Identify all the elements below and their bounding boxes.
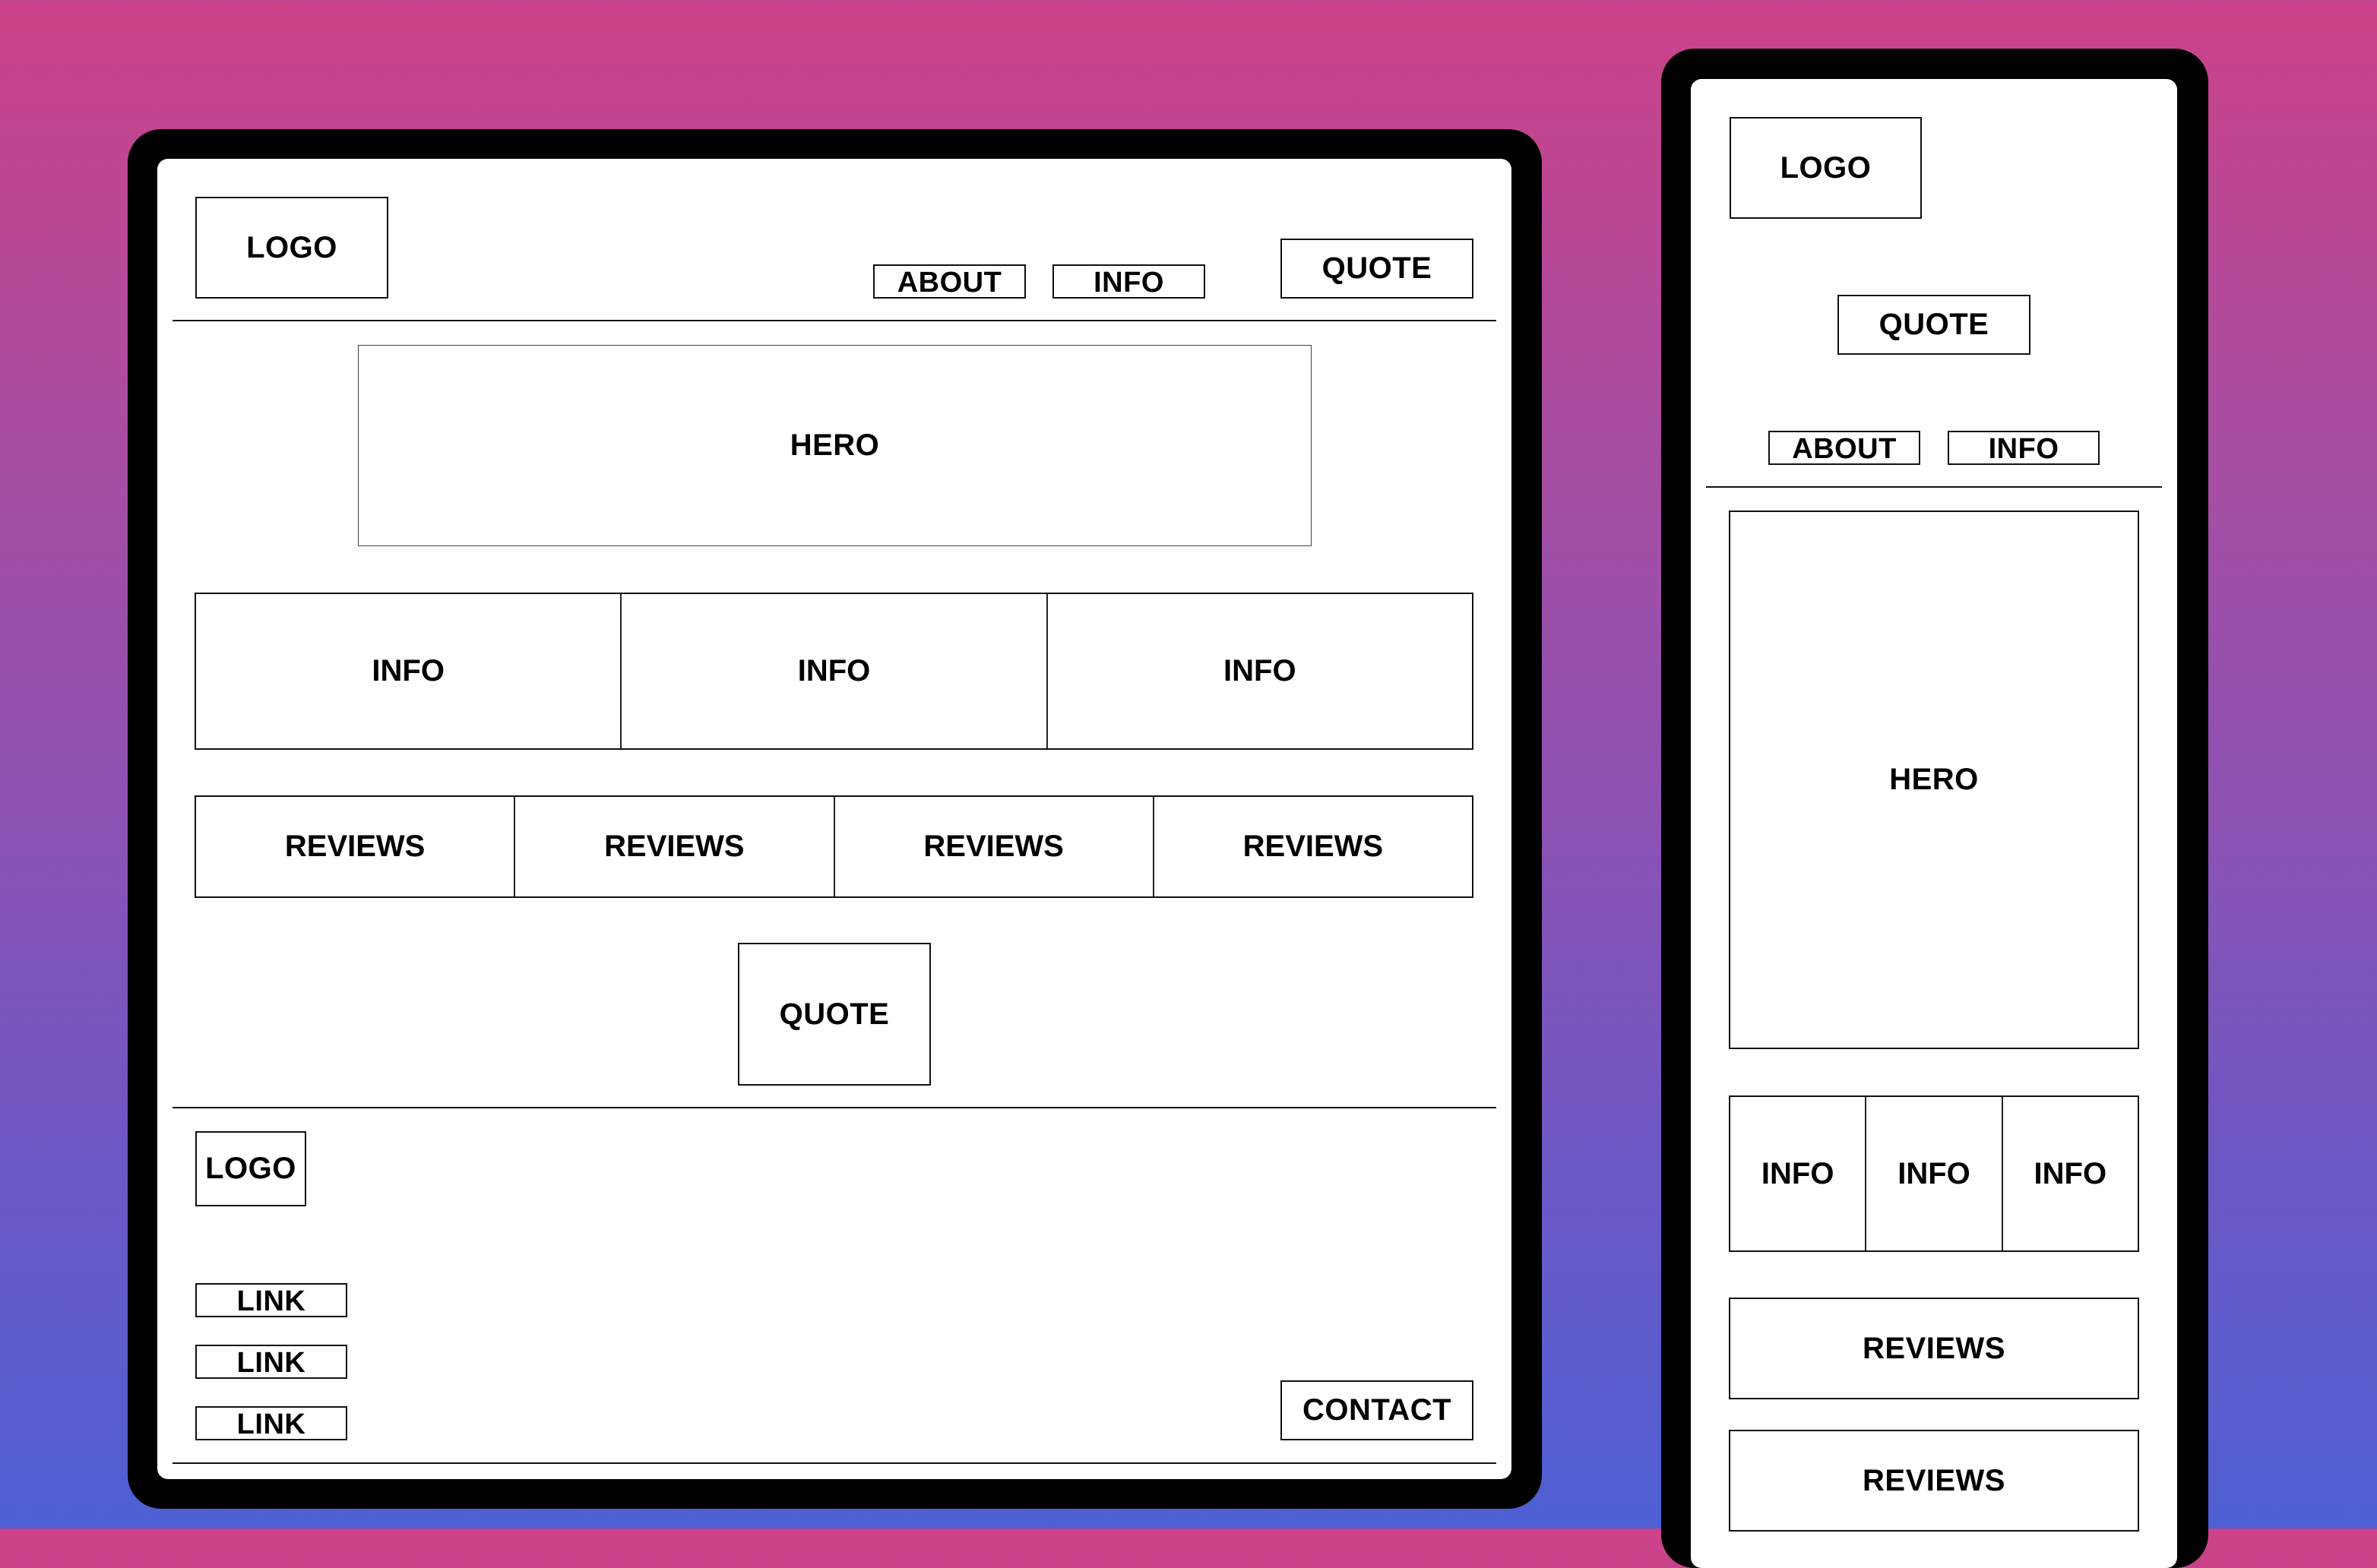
mobile-info-cards-row: INFO INFO INFO — [1729, 1095, 2139, 1252]
mobile-header-logo-label: LOGO — [1780, 150, 1872, 185]
footer-link-label: LINK — [236, 1347, 306, 1379]
info-card-label: INFO — [797, 654, 871, 688]
info-card[interactable]: INFO — [196, 594, 622, 748]
mobile-review-card[interactable]: REVIEWS — [1729, 1430, 2139, 1532]
mobile-nav-info-label: INFO — [1988, 433, 2059, 465]
footer-link[interactable]: LINK — [195, 1283, 347, 1317]
review-card-label: REVIEWS — [284, 830, 426, 863]
mobile-info-card[interactable]: INFO — [2003, 1097, 2138, 1250]
info-card-label: INFO — [372, 654, 445, 688]
header-logo-label: LOGO — [246, 230, 337, 264]
mobile-review-card-label: REVIEWS — [1863, 1463, 2005, 1497]
mobile-nav-about-label: ABOUT — [1792, 433, 1897, 465]
review-card-label: REVIEWS — [1242, 830, 1384, 863]
footer-bottom-divider — [172, 1462, 1496, 1464]
header-divider — [172, 320, 1496, 321]
mobile-quote-button[interactable]: QUOTE — [1837, 295, 2030, 355]
footer-link[interactable]: LINK — [195, 1345, 347, 1379]
info-cards-row: INFO INFO INFO — [195, 593, 1473, 750]
footer-link-label: LINK — [236, 1408, 306, 1440]
mobile-hero-label: HERO — [1889, 763, 1979, 796]
quote-section[interactable]: QUOTE — [738, 943, 931, 1086]
mobile-review-card-label: REVIEWS — [1863, 1331, 2005, 1365]
hero-label: HERO — [790, 428, 880, 462]
nav-info-button[interactable]: INFO — [1052, 264, 1205, 299]
nav-about-button[interactable]: ABOUT — [873, 264, 1026, 299]
mobile-header-logo[interactable]: LOGO — [1730, 117, 1922, 219]
mobile-hero-section: HERO — [1729, 511, 2139, 1049]
mobile-info-card[interactable]: INFO — [1730, 1097, 1867, 1250]
footer-logo[interactable]: LOGO — [195, 1131, 306, 1206]
info-card[interactable]: INFO — [1048, 594, 1472, 748]
contact-button[interactable]: CONTACT — [1280, 1380, 1473, 1440]
mobile-info-card-label: INFO — [1761, 1156, 1834, 1190]
reviews-row: REVIEWS REVIEWS REVIEWS REVIEWS — [195, 795, 1473, 898]
footer-link[interactable]: LINK — [195, 1406, 347, 1440]
hero-section: HERO — [358, 345, 1312, 546]
quote-section-label: QUOTE — [779, 997, 890, 1031]
mobile-info-card[interactable]: INFO — [1866, 1097, 2003, 1250]
info-card[interactable]: INFO — [622, 594, 1048, 748]
review-card[interactable]: REVIEWS — [1154, 797, 1472, 896]
review-card[interactable]: REVIEWS — [515, 797, 835, 896]
nav-info-label: INFO — [1094, 267, 1164, 299]
mobile-review-card[interactable]: REVIEWS — [1729, 1298, 2139, 1399]
review-card[interactable]: REVIEWS — [835, 797, 1154, 896]
mobile-header-divider — [1706, 486, 2162, 488]
footer-logo-label: LOGO — [205, 1152, 296, 1185]
header-quote-label: QUOTE — [1321, 251, 1432, 285]
contact-label: CONTACT — [1302, 1393, 1452, 1427]
mobile-nav-info-button[interactable]: INFO — [1948, 431, 2100, 465]
review-card-label: REVIEWS — [923, 830, 1064, 863]
nav-about-label: ABOUT — [897, 267, 1002, 299]
header-logo[interactable]: LOGO — [195, 197, 388, 299]
mobile-info-card-label: INFO — [2034, 1156, 2107, 1190]
review-card-label: REVIEWS — [604, 830, 745, 863]
info-card-label: INFO — [1223, 654, 1296, 688]
review-card[interactable]: REVIEWS — [196, 797, 516, 896]
header-quote-button[interactable]: QUOTE — [1280, 239, 1473, 299]
mobile-quote-label: QUOTE — [1878, 308, 1989, 341]
mobile-info-card-label: INFO — [1897, 1156, 1970, 1190]
footer-divider — [172, 1107, 1496, 1108]
footer-link-label: LINK — [236, 1285, 306, 1317]
mobile-nav-about-button[interactable]: ABOUT — [1768, 431, 1920, 465]
